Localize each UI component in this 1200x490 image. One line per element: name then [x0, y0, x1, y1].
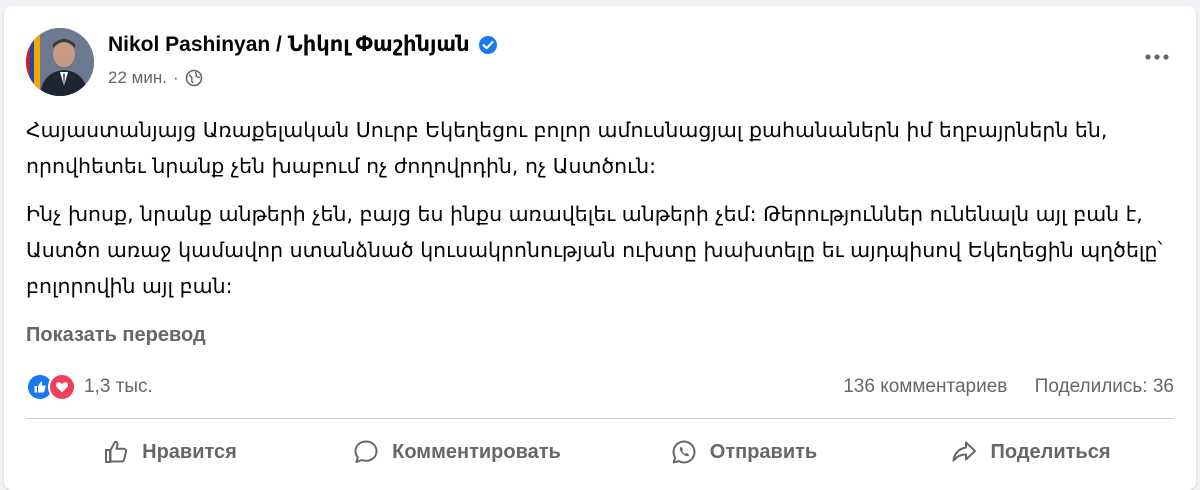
verified-badge-icon: [478, 35, 498, 55]
comment-button[interactable]: Комментировать: [313, 424, 600, 480]
post-stats: 1,3 тыс. 136 комментариев Поделились: 36: [26, 369, 1174, 405]
reactions-summary[interactable]: 1,3 тыс.: [26, 373, 153, 401]
like-button[interactable]: Нравится: [26, 424, 313, 480]
love-reaction-icon: [48, 373, 76, 401]
comment-icon: [354, 440, 378, 463]
whatsapp-icon: [672, 440, 696, 464]
engagement-counts: 136 комментариев Поделились: 36: [821, 376, 1174, 398]
actions-divider: [26, 418, 1174, 419]
post-body: Հայաստանյայց Առաքելական Սուրբ Եկեղեցու բ…: [26, 112, 1174, 316]
post-meta: 22 мин. ·: [108, 68, 203, 88]
reactions-count[interactable]: 1,3 тыс.: [84, 376, 153, 398]
show-translation-link[interactable]: Показать перевод: [26, 324, 206, 347]
send-button-label: Отправить: [709, 440, 818, 463]
send-button[interactable]: Отправить: [600, 424, 887, 480]
author-avatar[interactable]: [26, 28, 94, 96]
meta-separator: ·: [172, 68, 179, 87]
more-dots-icon: [1145, 54, 1169, 60]
more-options-button[interactable]: [1140, 40, 1174, 74]
author-name-text[interactable]: Nikol Pashinyan / Նիկոլ Փաշինյան: [108, 32, 470, 57]
like-button-label: Нравится: [142, 440, 237, 463]
author-name[interactable]: Nikol Pashinyan / Նիկոլ Փաշինյան: [108, 32, 498, 57]
post-actions-bar: Нравится Комментировать Отправить Подели…: [26, 424, 1174, 480]
post-paragraph-2: Ինչ խոսք, նրանք անթերի չեն, բայց ես ինքս…: [26, 202, 1163, 298]
shares-count[interactable]: Поделились: 36: [1035, 376, 1174, 397]
thumbs-up-icon: [105, 440, 128, 463]
globe-icon: [185, 69, 203, 87]
share-button[interactable]: Поделиться: [887, 424, 1174, 480]
post-timestamp[interactable]: 22 мин.: [108, 68, 167, 88]
comment-button-label: Комментировать: [392, 440, 561, 463]
share-arrow-icon: [952, 441, 977, 462]
share-button-label: Поделиться: [990, 440, 1111, 463]
comments-count[interactable]: 136 комментариев: [843, 376, 1007, 397]
post-card: Nikol Pashinyan / Նիկոլ Փաշինյան 22 мин.…: [4, 6, 1196, 490]
post-paragraph-1: Հայաստանյայց Առաքելական Սուրբ Եկեղեցու բ…: [26, 118, 1108, 178]
